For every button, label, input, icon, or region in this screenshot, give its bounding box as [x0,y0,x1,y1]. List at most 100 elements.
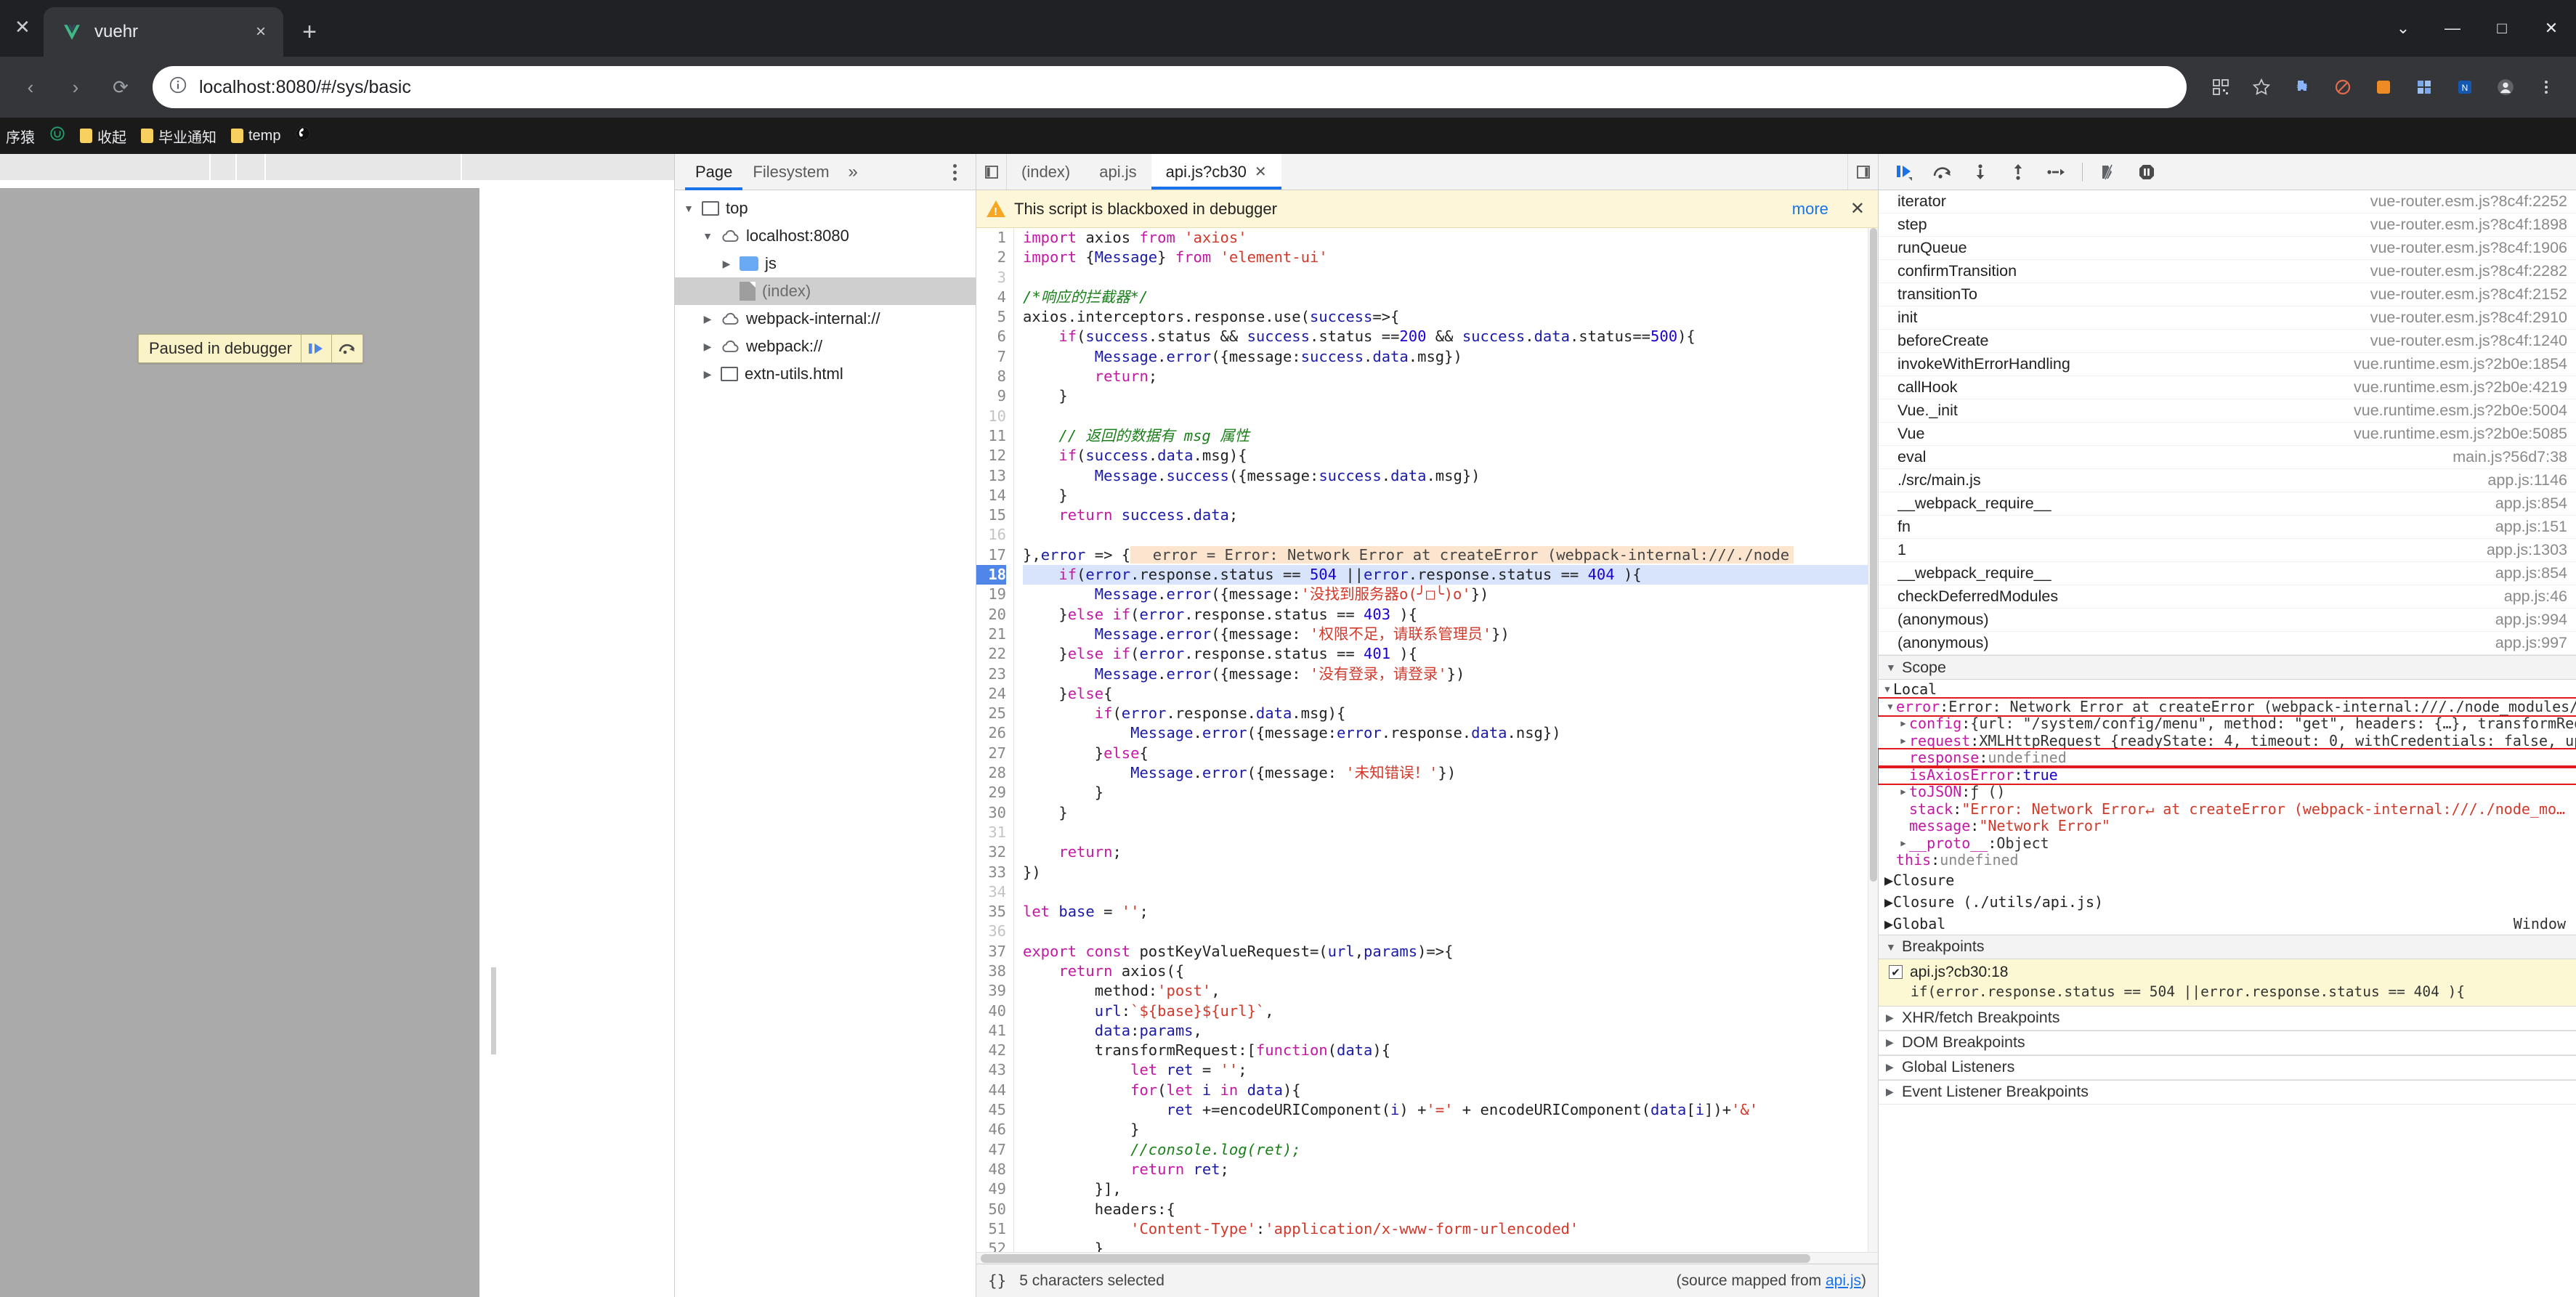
xhr-fetch-breakpoints-header[interactable]: ▶ XHR/fetch Breakpoints [1879,1005,2576,1030]
line-number[interactable]: 43 [976,1060,1006,1080]
call-stack-row[interactable]: confirmTransition vue-router.esm.js?8c4f:… [1879,260,2576,283]
line-number[interactable]: 45 [976,1100,1006,1120]
line-number[interactable]: 5 [976,307,1006,327]
line-number[interactable]: 38 [976,961,1006,981]
editor-tab-index[interactable]: (index) [1007,154,1085,190]
code-line[interactable] [1023,525,1868,545]
code-content[interactable]: import axios from 'axios' import {Message… [1014,228,1868,1252]
scope-property-row[interactable]: response: undefined [1877,748,2576,768]
chevron-right-icon[interactable]: ▶ [1897,733,1909,750]
chevron-right-icon[interactable]: ▶ [1886,1061,1896,1073]
line-number[interactable]: 17 [976,545,1006,565]
line-number[interactable]: 13 [976,466,1006,486]
line-number[interactable]: 10 [976,407,1006,426]
chevron-right-icon[interactable]: ▶ [1886,1012,1896,1024]
code-line[interactable]: Message.error({message:'没找到服务器o(╯□╰)o'}) [1023,585,1868,604]
line-number[interactable]: 18 [976,565,1006,585]
new-tab-button[interactable]: + [283,7,336,57]
line-number[interactable]: 6 [976,327,1006,346]
line-number[interactable]: 52 [976,1239,1006,1252]
line-number[interactable]: 29 [976,783,1006,802]
chevron-down-icon[interactable]: ▼ [1882,681,1893,699]
grid-extension-icon[interactable] [2407,70,2441,104]
more-tabs-icon[interactable]: » [840,162,867,182]
close-icon[interactable]: ✕ [1255,163,1267,181]
line-number[interactable]: 39 [976,981,1006,1001]
code-line[interactable]: }else{ [1023,684,1868,704]
line-number[interactable]: 48 [976,1160,1006,1179]
avatar-icon[interactable] [2489,70,2522,104]
address-bar[interactable]: localhost:8080/#/sys/basic [153,66,2187,108]
line-number[interactable]: 50 [976,1200,1006,1219]
code-line[interactable]: for(let i in data){ [1023,1081,1868,1100]
step-button[interactable] [2038,156,2073,188]
line-number[interactable]: 3 [976,268,1006,288]
resume-script-execution-button[interactable] [1887,156,1922,188]
line-number[interactable]: 23 [976,664,1006,684]
scope-section-header[interactable]: ▼ Scope [1879,655,2576,680]
code-line[interactable]: },error => { error = Error: Network Erro… [1023,545,1868,565]
line-number[interactable]: 31 [976,823,1006,842]
line-number[interactable]: 34 [976,882,1006,902]
line-number[interactable]: 11 [976,426,1006,446]
call-stack-row[interactable]: runQueue vue-router.esm.js?8c4f:1906 [1879,237,2576,260]
code-line[interactable]: } [1023,1239,1868,1252]
pretty-print-icon[interactable]: {} [988,1272,1006,1290]
line-number[interactable]: 46 [976,1120,1006,1139]
code-line[interactable]: return; [1023,842,1868,862]
blue-extension-icon[interactable]: N [2448,70,2482,104]
tab-close-icon[interactable]: × [251,22,270,42]
call-stack-row[interactable]: ./src/main.js app.js:1146 [1879,469,2576,492]
line-number[interactable]: 19 [976,585,1006,604]
editor-tab-apijs-cb30[interactable]: api.js?cb30 ✕ [1151,154,1281,190]
line-number[interactable]: 25 [976,704,1006,723]
call-stack-row[interactable]: checkDeferredModules app.js:46 [1879,585,2576,609]
scope-group-global[interactable]: ▶ Global Window [1879,913,2576,935]
line-number[interactable]: 7 [976,347,1006,367]
tree-item-js-folder[interactable]: ▶ js [675,250,976,277]
chevron-down-icon[interactable]: ▼ [682,203,695,214]
call-stack-row[interactable]: fn app.js:151 [1879,516,2576,539]
code-line[interactable]: if(success.status && success.status ==20… [1023,327,1868,346]
line-number[interactable]: 28 [976,763,1006,783]
code-line[interactable]: } [1023,783,1868,802]
line-number[interactable]: 37 [976,942,1006,961]
call-stack-row[interactable]: (anonymous) app.js:997 [1879,632,2576,655]
line-number[interactable]: 27 [976,744,1006,763]
bookmark-item[interactable]: 毕业通知 [141,126,216,147]
block-icon[interactable] [2326,70,2360,104]
editor-horizontal-scrollbar[interactable] [976,1252,1878,1264]
code-line[interactable]: import axios from 'axios' [1023,228,1868,248]
line-number[interactable]: 26 [976,723,1006,743]
line-number[interactable]: 12 [976,446,1006,465]
scope-property-row[interactable]: ▶ __proto__: Object [1879,835,2576,853]
code-line[interactable]: Message.error({message: '权限不足，请联系管理员'}) [1023,625,1868,644]
qr-code-icon[interactable] [2204,70,2237,104]
scope-property-row[interactable]: ▶ toJSON: ƒ () [1879,784,2576,801]
code-line[interactable] [1023,823,1868,842]
chevron-right-icon[interactable]: ▶ [1897,715,1909,733]
code-line[interactable]: data:params, [1023,1021,1868,1041]
line-number[interactable]: 16 [976,525,1006,545]
line-number[interactable]: 40 [976,1001,1006,1021]
code-line[interactable]: method:'post', [1023,981,1868,1001]
bookmark-item[interactable] [295,126,311,146]
call-stack-row[interactable]: step vue-router.esm.js?8c4f:1898 [1879,214,2576,237]
line-number[interactable]: 32 [976,842,1006,862]
code-line[interactable]: let ret = ''; [1023,1060,1868,1080]
code-line[interactable]: } [1023,486,1868,505]
close-icon[interactable]: ✕ [1837,198,1868,219]
code-line[interactable] [1023,922,1868,941]
star-icon[interactable] [2245,70,2278,104]
call-stack-row[interactable]: transitionTo vue-router.esm.js?8c4f:2152 [1879,283,2576,306]
code-line[interactable]: /*响应的拦截器*/ [1023,288,1868,307]
code-line[interactable]: headers:{ [1023,1200,1868,1219]
code-line[interactable]: }else{ [1023,744,1868,763]
call-stack-list[interactable]: iterator vue-router.esm.js?8c4f:2252 step v… [1879,190,2576,655]
global-listeners-header[interactable]: ▶ Global Listeners [1879,1054,2576,1080]
page-resize-handle[interactable] [491,967,496,1054]
tree-item-localhost[interactable]: ▼ localhost:8080 [675,222,976,250]
browser-tab-vuehr[interactable]: vuehr × [44,7,283,57]
tree-item-extn-utils[interactable]: ▶ extn-utils.html [675,360,976,388]
code-line[interactable]: ret +=encodeURIComponent(i) +'=' + encod… [1023,1100,1868,1120]
